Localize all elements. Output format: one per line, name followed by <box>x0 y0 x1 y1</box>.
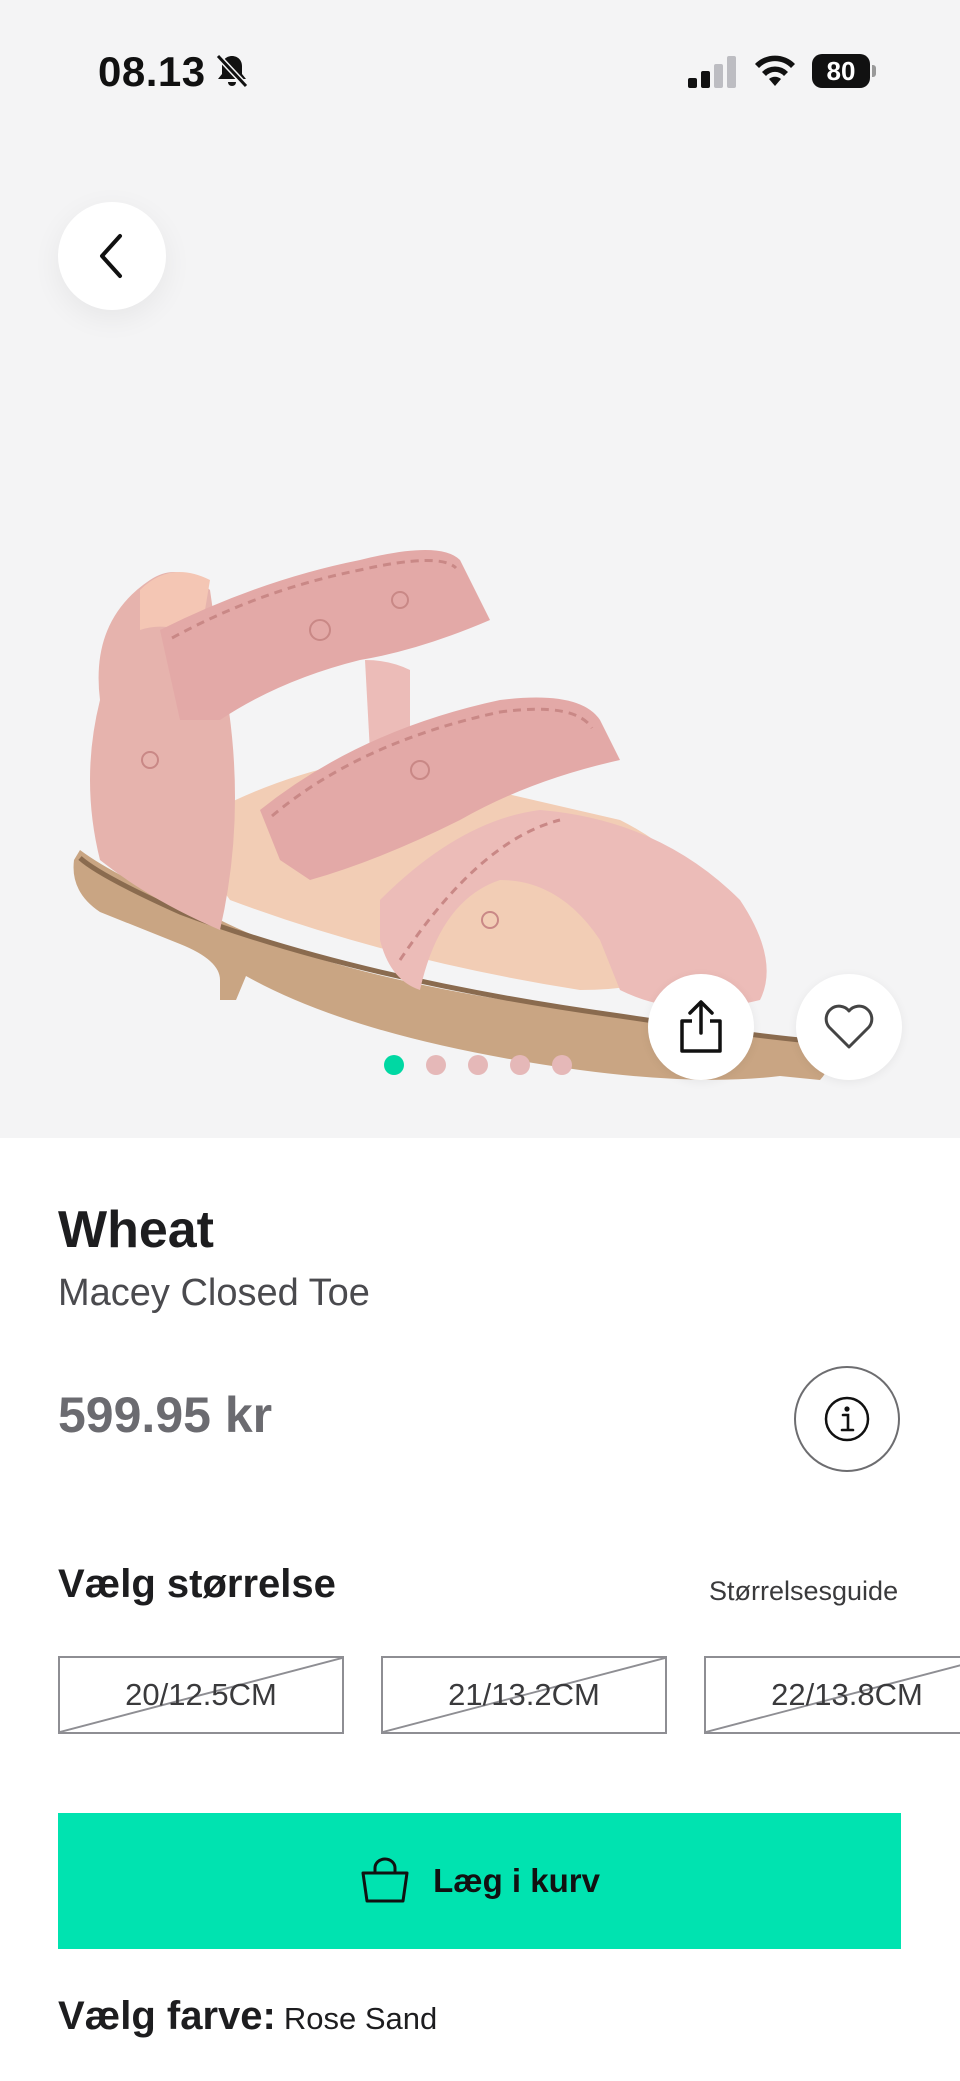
info-icon <box>824 1396 870 1442</box>
size-selector: 20/12.5CM 21/13.2CM 22/13.8CM <box>58 1656 960 1734</box>
cellular-signal-icon <box>688 56 736 88</box>
share-button[interactable] <box>648 974 754 1080</box>
color-value: Rose Sand <box>283 2001 438 2036</box>
size-option-label: 20/12.5CM <box>125 1677 277 1712</box>
product-name: Macey Closed Toe <box>58 1272 370 1314</box>
wifi-icon <box>755 55 795 86</box>
carousel-dot[interactable] <box>468 1055 488 1075</box>
size-option[interactable]: 20/12.5CM <box>58 1656 344 1734</box>
carousel-dot[interactable] <box>426 1055 446 1075</box>
carousel-dots[interactable] <box>384 1055 572 1075</box>
status-bar: 08.13 80 <box>0 0 960 140</box>
size-heading: Vælg størrelse <box>58 1562 336 1606</box>
info-button[interactable] <box>794 1366 900 1472</box>
product-gallery[interactable]: 08.13 80 <box>0 0 960 1138</box>
bell-slash-icon <box>215 53 249 89</box>
carousel-dot[interactable] <box>510 1055 530 1075</box>
add-to-cart-label: Læg i kurv <box>433 1862 600 1899</box>
battery-cap <box>872 65 876 77</box>
color-label: Vælg farve: <box>58 1994 276 2038</box>
battery-level: 80 <box>812 54 870 88</box>
status-time: 08.13 <box>98 48 206 95</box>
product-price: 599.95 kr <box>58 1387 273 1443</box>
favorite-button[interactable] <box>796 974 902 1080</box>
size-option-label: 21/13.2CM <box>448 1677 600 1712</box>
carousel-dot[interactable] <box>384 1055 404 1075</box>
color-selector: Vælg farve: Rose Sand <box>58 1994 437 2039</box>
back-button[interactable] <box>58 202 166 310</box>
battery-indicator: 80 <box>812 54 876 88</box>
size-guide-link[interactable]: Størrelsesguide <box>709 1576 898 1607</box>
chevron-left-icon <box>100 234 122 278</box>
product-image <box>73 550 827 1080</box>
size-option[interactable]: 21/13.2CM <box>381 1656 667 1734</box>
share-icon <box>680 1000 722 1053</box>
carousel-dot[interactable] <box>552 1055 572 1075</box>
size-option-label: 22/13.8CM <box>771 1677 923 1712</box>
brand-name: Wheat <box>58 1201 214 1259</box>
heart-icon <box>824 1004 874 1049</box>
shopping-bag-icon <box>361 1857 409 1903</box>
size-option[interactable]: 22/13.8CM <box>704 1656 960 1734</box>
add-to-cart-button[interactable]: Læg i kurv <box>58 1813 901 1949</box>
